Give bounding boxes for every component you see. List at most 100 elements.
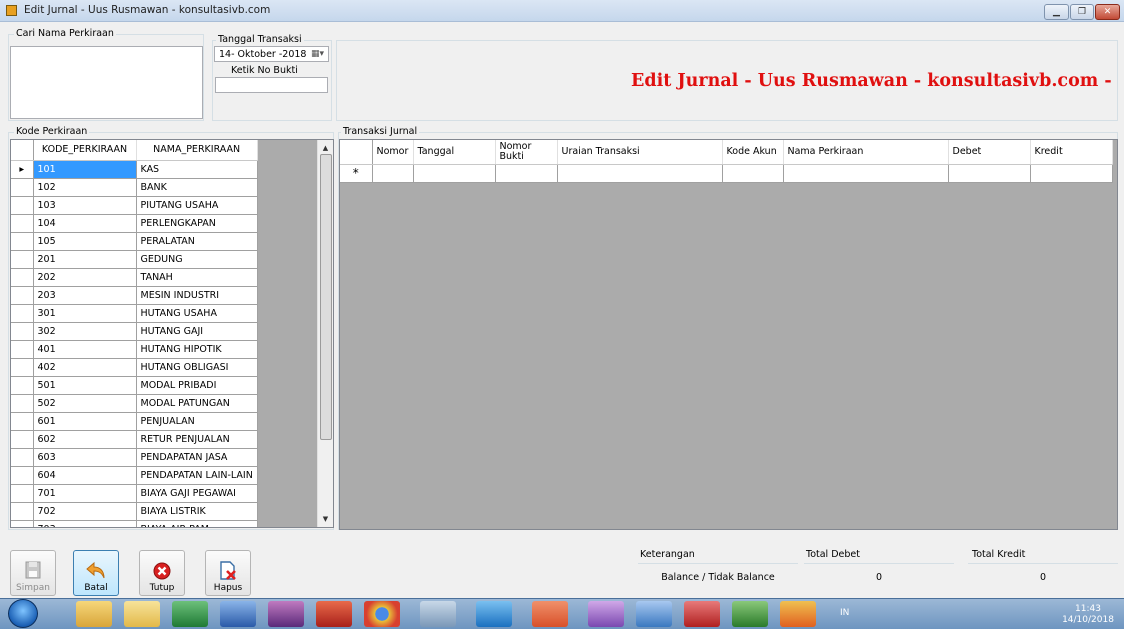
row-header[interactable] (11, 466, 34, 485)
table-row[interactable]: 601 PENJUALAN (11, 412, 258, 431)
table-row[interactable]: 501 MODAL PRIBADI (11, 376, 258, 395)
table-row[interactable]: 701 BIAYA GAJI PEGAWAI (11, 484, 258, 503)
transaction-date-picker[interactable]: 14- Oktober -2018 ▦▾ (214, 46, 329, 62)
delete-button[interactable]: Hapus (205, 550, 251, 596)
cell-kode-perkiraan[interactable]: 502 (33, 394, 137, 413)
cell-nama-perkiraan[interactable]: BIAYA LISTRIK (136, 502, 258, 521)
taskbar-app-explorer-ie-icon[interactable] (476, 601, 512, 627)
account-name-search-list[interactable] (10, 46, 203, 119)
taskbar-app-xampp-icon[interactable] (532, 601, 568, 627)
column-header-tanggal[interactable]: Tanggal (413, 140, 496, 165)
cell-kode-perkiraan[interactable]: 201 (33, 250, 137, 269)
table-row[interactable]: 702 BIAYA LISTRIK (11, 502, 258, 521)
close-button[interactable]: Tutup (139, 550, 185, 596)
new-row[interactable]: * (340, 164, 1113, 183)
cell-nama-perkiraan[interactable]: PENDAPATAN LAIN-LAIN (136, 466, 258, 485)
cell-nama-perkiraan[interactable]: MODAL PATUNGAN (136, 394, 258, 413)
cell-kode-perkiraan[interactable]: 702 (33, 502, 137, 521)
save-button[interactable]: Simpan (10, 550, 56, 596)
cell-kode-perkiraan[interactable]: 501 (33, 376, 137, 395)
language-indicator[interactable]: IN (840, 608, 849, 618)
column-header-kode-akun[interactable]: Kode Akun (722, 140, 784, 165)
cell-nama-perkiraan[interactable]: HUTANG OBLIGASI (136, 358, 258, 377)
accounts-grid[interactable]: KODE_PERKIRAAN NAMA_PERKIRAAN ▸ 101 KAS 102… (10, 139, 334, 528)
cell-kode-perkiraan[interactable]: 203 (33, 286, 137, 305)
cell-debet[interactable] (948, 164, 1031, 183)
taskbar-app-pdf-icon[interactable] (684, 601, 720, 627)
cell-nama-perkiraan[interactable]: HUTANG HIPOTIK (136, 340, 258, 359)
table-row[interactable]: 301 HUTANG USAHA (11, 304, 258, 323)
cell-nama-perkiraan[interactable]: PENDAPATAN JASA (136, 448, 258, 467)
cell-nama-perkiraan[interactable]: PIUTANG USAHA (136, 196, 258, 215)
cell-nama-perkiraan[interactable]: HUTANG USAHA (136, 304, 258, 323)
taskbar-app-explorer-icon[interactable] (76, 601, 112, 627)
column-header-nama-perkiraan[interactable]: NAMA_PERKIRAAN (136, 140, 258, 161)
column-header-uraian-transaksi[interactable]: Uraian Transaksi (557, 140, 723, 165)
row-header[interactable] (11, 430, 34, 449)
cell-nama-perkiraan[interactable]: PERALATAN (136, 232, 258, 251)
row-header[interactable] (11, 268, 34, 287)
row-header[interactable] (11, 250, 34, 269)
cell-nama-perkiraan[interactable]: RETUR PENJUALAN (136, 430, 258, 449)
taskbar-app-visual-studio-icon[interactable] (588, 601, 624, 627)
window-titlebar[interactable]: Edit Jurnal - Uus Rusmawan - konsultasiv… (0, 0, 1124, 22)
taskbar-app-excel-icon[interactable] (172, 601, 208, 627)
row-header[interactable] (11, 484, 34, 503)
table-row[interactable]: 603 PENDAPATAN JASA (11, 448, 258, 467)
cell-kode-perkiraan[interactable]: 401 (33, 340, 137, 359)
taskbar-app-network-icon[interactable] (420, 601, 456, 627)
row-header[interactable] (11, 322, 34, 341)
row-header[interactable] (11, 304, 34, 323)
column-header-nomor[interactable]: Nomor (372, 140, 414, 165)
taskbar-app-dreamweaver-icon[interactable] (732, 601, 768, 627)
cell-uraian-transaksi[interactable] (557, 164, 723, 183)
cell-nama-perkiraan[interactable]: BIAYA AIR PAM (136, 520, 258, 527)
taskbar-app-media-icon[interactable] (636, 601, 672, 627)
taskbar-clock[interactable]: 11:43 14/10/2018 (1058, 604, 1118, 626)
column-header-kode-perkiraan[interactable]: KODE_PERKIRAAN (33, 140, 137, 161)
row-header[interactable] (11, 232, 34, 251)
calendar-dropdown-icon[interactable]: ▦▾ (311, 49, 324, 59)
taskbar-app-filezilla-icon[interactable] (316, 601, 352, 627)
cell-tanggal[interactable] (413, 164, 496, 183)
cell-kode-perkiraan[interactable]: 103 (33, 196, 137, 215)
column-header-nama-perkiraan[interactable]: Nama Perkiraan (783, 140, 949, 165)
table-row[interactable]: 302 HUTANG GAJI (11, 322, 258, 341)
row-header[interactable] (11, 502, 34, 521)
table-row[interactable]: 203 MESIN INDUSTRI (11, 286, 258, 305)
close-window-button[interactable]: ✕ (1095, 4, 1120, 20)
cell-kode-perkiraan[interactable]: 601 (33, 412, 137, 431)
table-row[interactable]: 401 HUTANG HIPOTIK (11, 340, 258, 359)
table-row[interactable]: 602 RETUR PENJUALAN (11, 430, 258, 449)
maximize-button[interactable]: ❐ (1070, 4, 1094, 20)
row-header[interactable] (11, 376, 34, 395)
cell-kode-perkiraan[interactable]: 402 (33, 358, 137, 377)
cell-kode-perkiraan[interactable]: 101 (33, 160, 137, 179)
cell-nama-perkiraan[interactable]: BIAYA GAJI PEGAWAI (136, 484, 258, 503)
table-row[interactable]: 502 MODAL PATUNGAN (11, 394, 258, 413)
cell-nama-perkiraan[interactable]: KAS (136, 160, 258, 179)
proof-number-input[interactable] (215, 77, 328, 93)
taskbar-app-word-icon[interactable] (220, 601, 256, 627)
cell-nama-perkiraan[interactable]: MODAL PRIBADI (136, 376, 258, 395)
row-header[interactable] (11, 394, 34, 413)
cell-kode-akun[interactable] (722, 164, 784, 183)
cell-kode-perkiraan[interactable]: 202 (33, 268, 137, 287)
cell-nama-perkiraan[interactable]: PENJUALAN (136, 412, 258, 431)
cell-kode-perkiraan[interactable]: 302 (33, 322, 137, 341)
table-row[interactable]: 703BIAYA AIR PAM (11, 520, 258, 527)
accounts-scrollbar[interactable]: ▲ ▼ (317, 140, 333, 527)
table-row[interactable]: ▸ 101 KAS (11, 160, 258, 179)
cell-nama-perkiraan[interactable]: GEDUNG (136, 250, 258, 269)
row-header[interactable] (11, 178, 34, 197)
cell-kredit[interactable] (1030, 164, 1113, 183)
cell-kode-perkiraan[interactable]: 703 (33, 520, 137, 527)
taskbar-app-winrar-icon[interactable] (268, 601, 304, 627)
table-row[interactable]: 103 PIUTANG USAHA (11, 196, 258, 215)
cancel-button[interactable]: Batal (73, 550, 119, 596)
cell-kode-perkiraan[interactable]: 603 (33, 448, 137, 467)
journal-grid[interactable]: Nomor Tanggal Nomor Bukti Uraian Transak… (339, 139, 1118, 530)
table-row[interactable]: 104 PERLENGKAPAN (11, 214, 258, 233)
taskbar-app-vb-project-icon[interactable] (780, 601, 816, 627)
row-header[interactable] (11, 196, 34, 215)
